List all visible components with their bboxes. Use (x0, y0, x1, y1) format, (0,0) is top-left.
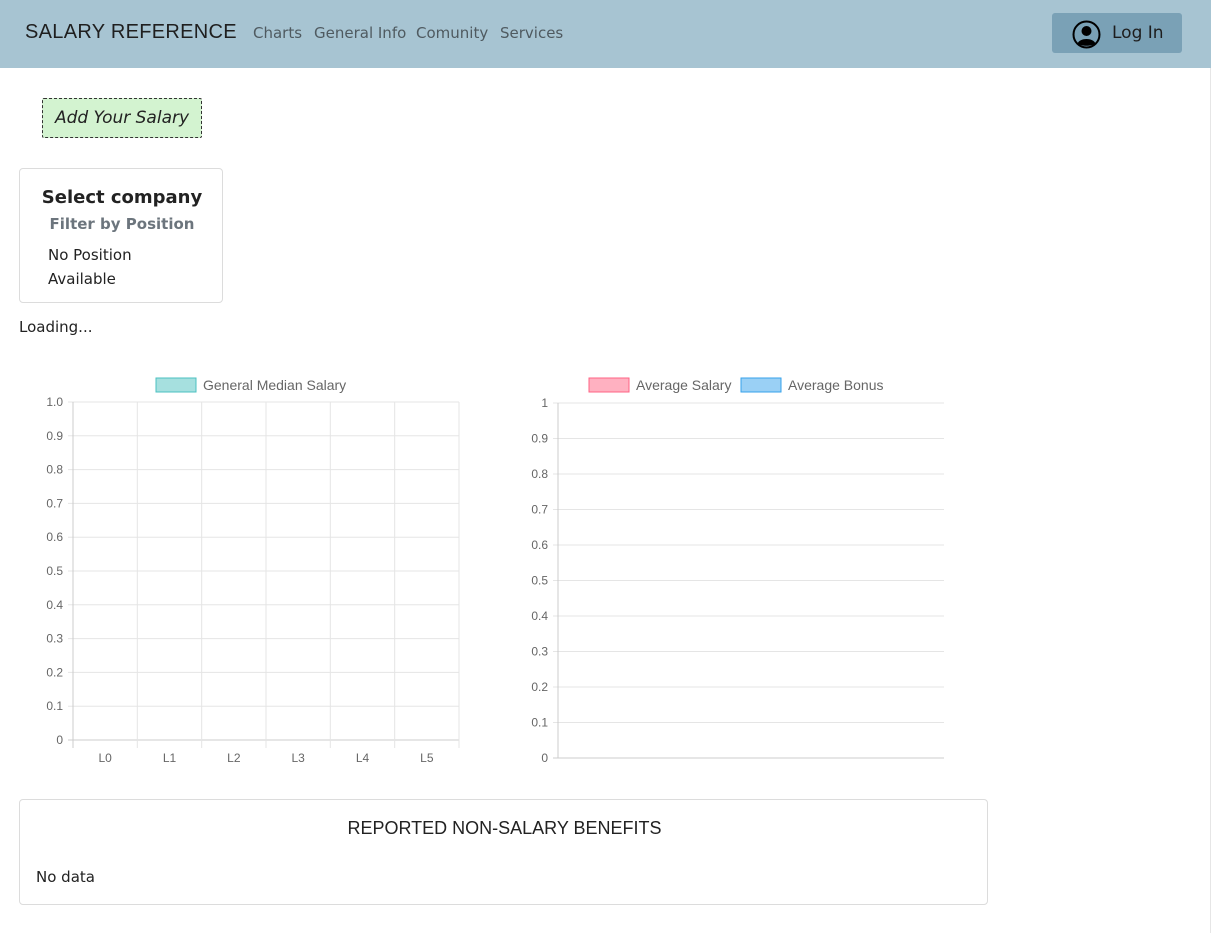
no-position-text: No Position Available (48, 246, 132, 288)
benefits-empty-text: No data (36, 868, 95, 886)
nav-link-community[interactable]: Comunity (416, 24, 488, 42)
legend-label-average-salary: Average Salary (636, 377, 731, 393)
legend-swatch-average-salary (588, 377, 630, 393)
x-tick-label: L0 (98, 751, 112, 765)
brand-logo-text[interactable]: SALARY REFERENCE (25, 21, 237, 44)
y-tick-label: 0.4 (531, 609, 548, 623)
benefits-panel: REPORTED NON-SALARY BENEFITS No data (19, 799, 988, 905)
select-company-title[interactable]: Select company (20, 187, 224, 208)
y-tick-label: 1 (541, 396, 548, 410)
chart-legend[interactable]: Average Salary Average Bonus (588, 377, 883, 393)
x-axis-ticks: L0 L1 L2 L3 L4 L5 (98, 751, 433, 765)
x-tick-label: L2 (227, 751, 241, 765)
top-navbar: SALARY REFERENCE Charts General Info Com… (0, 0, 1211, 68)
median-salary-chart: General Median Salary 1.0 0.9 0.8 0.7 0.6 0.5… (46, 377, 460, 765)
y-axis-ticks: 1 0.9 0.8 0.7 0.6 0.5 0.4 0.3 0.2 0.1 0 (531, 396, 548, 765)
x-tick-label: L5 (420, 751, 434, 765)
y-tick-label: 0.8 (46, 463, 63, 477)
y-tick-label: 0.7 (531, 503, 548, 517)
company-filter-card: Select company Filter by Position No Pos… (19, 168, 223, 303)
y-tick-label: 1.0 (46, 395, 63, 409)
nav-link-general-info[interactable]: General Info (314, 24, 406, 42)
y-tick-label: 0.7 (46, 496, 63, 510)
chart-grid (553, 402, 944, 759)
x-tick-label: L4 (356, 751, 370, 765)
add-salary-button[interactable]: Add Your Salary (42, 98, 202, 138)
x-tick-label: L1 (163, 751, 177, 765)
y-tick-label: 0.5 (46, 564, 63, 578)
loading-status: Loading... (19, 318, 93, 336)
user-circle-icon (1072, 20, 1101, 53)
x-tick-label: L3 (291, 751, 305, 765)
login-label: Log In (1112, 23, 1164, 43)
y-tick-label: 0.5 (531, 574, 548, 588)
login-button[interactable]: Log In (1052, 13, 1182, 53)
y-tick-label: 0.4 (46, 598, 63, 612)
legend-swatch-general-median (155, 377, 197, 393)
y-tick-label: 0 (56, 733, 63, 747)
y-tick-label: 0.3 (46, 632, 63, 646)
y-tick-label: 0.2 (46, 665, 63, 679)
y-tick-label: 0.1 (46, 699, 63, 713)
chart-grid (68, 401, 460, 748)
legend-swatch-average-bonus (740, 377, 782, 393)
y-tick-label: 0.8 (531, 467, 548, 481)
legend-label-average-bonus: Average Bonus (788, 377, 883, 393)
legend-label-general-median: General Median Salary (203, 377, 346, 393)
y-tick-label: 0.2 (531, 680, 548, 694)
nav-link-charts[interactable]: Charts (253, 24, 302, 42)
benefits-title: REPORTED NON-SALARY BENEFITS (347, 818, 662, 838)
y-axis-ticks: 1.0 0.9 0.8 0.7 0.6 0.5 0.4 0.3 0.2 0.1 0 (46, 395, 63, 747)
y-tick-label: 0.9 (46, 429, 63, 443)
average-salary-bonus-chart: Average Salary Average Bonus 1 0.9 0.8 0.7 0… (531, 377, 944, 765)
y-tick-label: 0 (541, 751, 548, 765)
filter-by-position-label[interactable]: Filter by Position (20, 215, 224, 233)
nav-link-services[interactable]: Services (500, 24, 563, 42)
y-tick-label: 0.1 (531, 716, 548, 730)
y-tick-label: 0.9 (531, 432, 548, 446)
y-tick-label: 0.6 (531, 538, 548, 552)
chart-legend[interactable]: General Median Salary (155, 377, 346, 393)
y-tick-label: 0.3 (531, 645, 548, 659)
y-tick-label: 0.6 (46, 530, 63, 544)
